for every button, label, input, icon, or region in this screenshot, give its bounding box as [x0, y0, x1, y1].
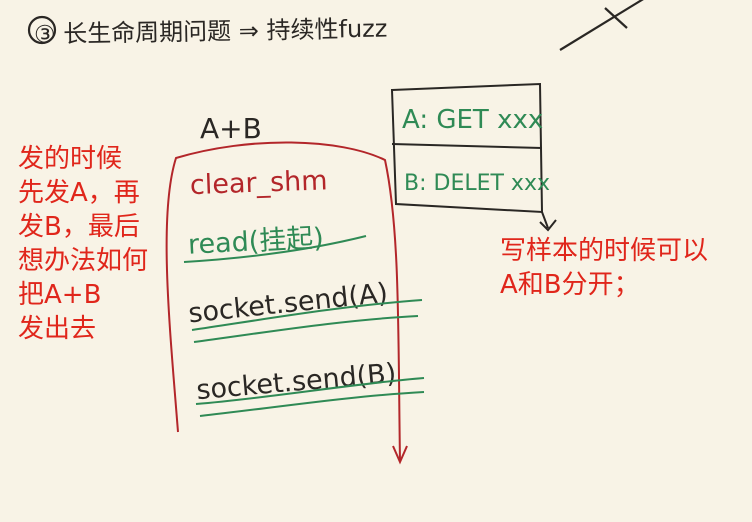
step-send-a: socket.send(A) [187, 278, 390, 330]
right-note-line: A和B分开； [500, 270, 640, 300]
step-clear-shm: clear_shm [189, 165, 328, 201]
left-note-line: 发出去 [18, 314, 97, 344]
right-note: 写样本的时候可以 A和B分开； [500, 234, 708, 302]
left-note-line: 发B，最后 [18, 212, 140, 242]
left-note: 发的时候 先发A，再 发B，最后 想办法如何 把A+B 发出去 [18, 142, 148, 346]
left-note-line: 把A+B [18, 280, 102, 310]
left-note-line: 发的时候 [18, 144, 123, 174]
heading-text: ③ 长生命周期问题 ⇒ 持续性fuzz [34, 14, 388, 48]
request-box-arrow [539, 211, 557, 232]
strike-out-line [559, 0, 644, 51]
left-note-line: 想办法如何 [18, 246, 149, 276]
stack-label: A+B [200, 112, 262, 145]
right-note-line: 写样本的时候可以 [500, 236, 709, 266]
step-send-b: socket.send(B) [195, 358, 397, 406]
left-note-line: 先发A，再 [18, 178, 140, 208]
request-b: B: DELET xxx [404, 171, 550, 196]
heading-handwriting: ③ 长生命周期问题 ⇒ 持续性fuzz [27, 0, 644, 51]
request-box: A: GET xxx B: DELET xxx [390, 82, 557, 232]
request-a: A: GET xxx [402, 105, 543, 135]
